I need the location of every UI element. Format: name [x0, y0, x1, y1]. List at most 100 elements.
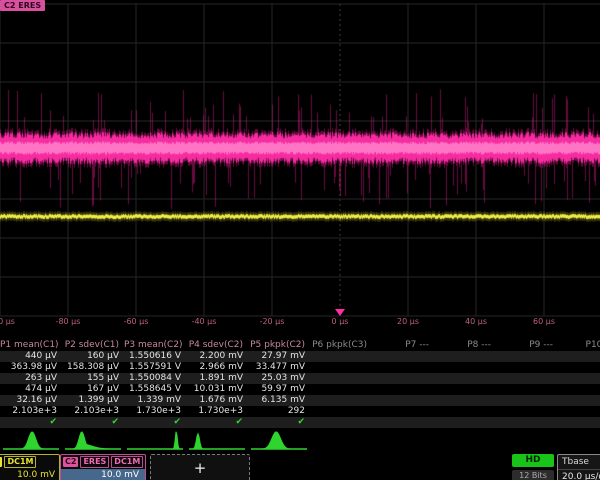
param-value: 33.477 mV [248, 362, 310, 373]
param-value [496, 351, 558, 362]
c2-channel-chip: C2 [63, 457, 78, 467]
time-axis-label: 20 µs [397, 317, 419, 326]
param-header[interactable]: P7 --- [372, 339, 434, 351]
measure-column-p1: P1 mean(C1)440 µV363.98 µV263 µV474 µV32… [0, 339, 62, 428]
histicon-p1[interactable] [3, 429, 59, 452]
measure-column-p3: P3 mean(C2)1.550616 V1.557591 V1.550084 … [124, 339, 186, 428]
param-value: 1.399 µV [62, 395, 124, 406]
param-status-check-icon: ✔ [124, 417, 186, 428]
param-value: 263 µV [0, 373, 62, 384]
param-value [434, 351, 496, 362]
bit-depth-label: 12 Bits [512, 470, 554, 480]
c2-descriptor[interactable]: C2 ERES DC1M 10.0 mV [60, 454, 146, 480]
trace-label-c2[interactable]: C2 ERES [0, 0, 45, 11]
param-value [310, 406, 372, 417]
param-header[interactable]: P2 sdev(C1) [62, 339, 124, 351]
measure-column-p4: P4 sdev(C2)2.200 mV2.966 mV1.891 mV10.03… [186, 339, 248, 428]
param-value: 363.98 µV [0, 362, 62, 373]
param-value [372, 362, 434, 373]
param-value [558, 362, 600, 373]
param-value [310, 362, 372, 373]
time-axis-label: 0 µs [332, 317, 349, 326]
param-value: 440 µV [0, 351, 62, 362]
time-axis-label: -20 µs [260, 317, 285, 326]
param-value: 32.16 µV [0, 395, 62, 406]
c1-descriptor[interactable]: C1 DC1M 10.0 mV [0, 454, 60, 480]
param-value: 6.135 mV [248, 395, 310, 406]
param-value [496, 373, 558, 384]
c1-vertical-scale: 10.0 mV [0, 469, 59, 480]
param-value [372, 351, 434, 362]
param-status-check-icon: ✔ [186, 417, 248, 428]
measure-column-p8: P8 --- [434, 339, 496, 428]
measure-column-p5: P5 pkpk(C2)27.97 mV33.477 mV25.03 mV59.9… [248, 339, 310, 428]
param-value [496, 395, 558, 406]
param-status-check-icon [558, 417, 600, 428]
measure-table: P1 mean(C1)440 µV363.98 µV263 µV474 µV32… [0, 339, 600, 428]
histicon-p2[interactable] [65, 429, 121, 452]
param-value: 2.103e+3 [0, 406, 62, 417]
param-value [496, 362, 558, 373]
param-value: 1.557591 V [124, 362, 186, 373]
param-value: 155 µV [62, 373, 124, 384]
param-value [434, 384, 496, 395]
param-value: 158.308 µV [62, 362, 124, 373]
timebase-scale: 20.0 µs/div [558, 470, 600, 480]
histicon-p4[interactable] [189, 429, 245, 452]
param-value [558, 395, 600, 406]
param-value: 160 µV [62, 351, 124, 362]
param-value [558, 351, 600, 362]
param-header[interactable]: P10 --- [558, 339, 600, 351]
c2-coupling-chip: DC1M [111, 456, 143, 468]
param-status-check-icon: ✔ [62, 417, 124, 428]
time-axis-label: 60 µs [533, 317, 555, 326]
param-header[interactable]: P4 sdev(C2) [186, 339, 248, 351]
param-value: 1.676 mV [186, 395, 248, 406]
c1-coupling-chip: DC1M [4, 456, 36, 468]
param-header[interactable]: P8 --- [434, 339, 496, 351]
add-trace-button[interactable]: + [150, 454, 250, 480]
c2-eres-chip: ERES [80, 456, 109, 468]
time-axis-label: -60 µs [124, 317, 149, 326]
param-status-check-icon [496, 417, 558, 428]
c2-vertical-scale: 10.0 mV [61, 469, 145, 480]
param-value: 292 [248, 406, 310, 417]
param-status-check-icon [310, 417, 372, 428]
param-value [434, 373, 496, 384]
param-value: 2.966 mV [186, 362, 248, 373]
param-value: 1.730e+3 [186, 406, 248, 417]
param-header[interactable]: P5 pkpk(C2) [248, 339, 310, 351]
param-header[interactable]: P1 mean(C1) [0, 339, 62, 351]
time-axis-label: -80 µs [56, 317, 81, 326]
param-status-check-icon: ✔ [248, 417, 310, 428]
param-value [372, 373, 434, 384]
param-value: 1.891 mV [186, 373, 248, 384]
descriptor-bar: C1 DC1M 10.0 mV C2 ERES DC1M 10.0 mV + H… [0, 453, 600, 480]
param-value [434, 362, 496, 373]
param-value [372, 395, 434, 406]
param-value: 25.03 mV [248, 373, 310, 384]
time-axis-label: -100 µs [0, 317, 15, 326]
trace-canvas [0, 0, 600, 332]
param-value: 1.550084 V [124, 373, 186, 384]
param-value: 1.730e+3 [124, 406, 186, 417]
param-header[interactable]: P6 pkpk(C3) [310, 339, 372, 351]
oscilloscope-screen: C2 ERES -100 µs-80 µs-60 µs-40 µs-20 µs0… [0, 0, 600, 480]
histicon-p5[interactable] [251, 429, 307, 452]
param-value [496, 384, 558, 395]
param-value: 59.97 mV [248, 384, 310, 395]
param-value [310, 351, 372, 362]
hd-mode-badge[interactable]: HD [512, 454, 554, 467]
param-value [558, 406, 600, 417]
param-header[interactable]: P9 --- [496, 339, 558, 351]
param-value [434, 406, 496, 417]
timebase-descriptor[interactable]: Tbase 20.0 µs/div [557, 454, 600, 480]
trigger-position-icon[interactable] [335, 309, 345, 316]
measure-column-p10: P10 --- [558, 339, 600, 428]
param-value: 10.031 mV [186, 384, 248, 395]
timebase-title: Tbase [558, 455, 600, 470]
histicon-p3[interactable] [127, 429, 183, 452]
param-header[interactable]: P3 mean(C2) [124, 339, 186, 351]
param-status-check-icon [372, 417, 434, 428]
param-value [496, 406, 558, 417]
